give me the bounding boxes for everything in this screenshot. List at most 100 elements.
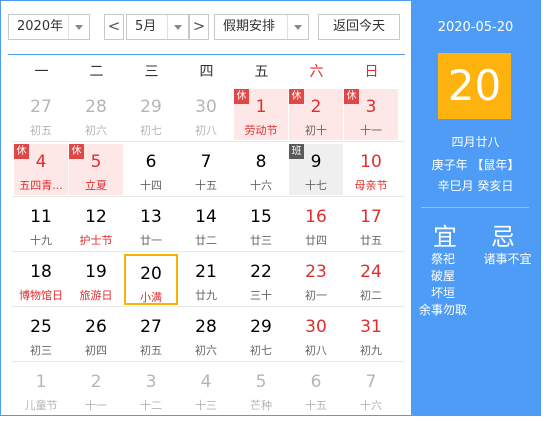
lunar-label: 初五	[30, 124, 52, 137]
day-cell-today[interactable]: 20 小满	[124, 254, 178, 305]
lunar-label: 初六	[195, 344, 217, 357]
day-number: 16	[305, 207, 327, 227]
day-cell[interactable]: 休 2 初十	[289, 89, 343, 140]
day-number: 9	[310, 152, 322, 172]
lunar-label: 十五	[195, 179, 217, 192]
day-number: 18	[30, 262, 52, 282]
weekday-label: 一	[34, 64, 49, 80]
lunar-date: 四月廿八	[451, 135, 500, 149]
day-cell[interactable]: 6 十四	[124, 144, 178, 195]
toolbar: 2020年 < 5月 > 假期安排 返回今天	[8, 14, 405, 40]
weekday-header: 一二三四五六日	[8, 54, 405, 89]
day-cell[interactable]: 30 初八	[179, 89, 233, 140]
row-divider	[12, 196, 404, 197]
day-cell[interactable]: 29 初七	[124, 89, 178, 140]
day-cell[interactable]: 7 十五	[179, 144, 233, 195]
lunar-label: 廿二	[195, 234, 217, 247]
day-cell[interactable]: 19 旅游日	[69, 254, 123, 305]
row-divider	[12, 251, 404, 252]
day-cell[interactable]: 25 初三	[14, 309, 68, 360]
day-cell[interactable]: 班 9 十七	[289, 144, 343, 195]
lunar-label: 初五	[140, 344, 162, 357]
day-cell[interactable]: 23 初一	[289, 254, 343, 305]
day-number: 3	[365, 97, 377, 117]
day-cell[interactable]: 17 廿五	[344, 199, 398, 250]
day-cell[interactable]: 休 1 劳动节	[234, 89, 288, 140]
ji-item: 诸事不宜	[483, 252, 532, 266]
lunar-label: 廿五	[360, 234, 382, 247]
day-number: 27	[140, 317, 162, 337]
day-cell[interactable]: 21 廿九	[179, 254, 233, 305]
day-number: 30	[195, 97, 217, 117]
day-cell[interactable]: 休 3 十一	[344, 89, 398, 140]
day-number: 11	[30, 207, 52, 227]
day-cell[interactable]: 22 三十	[234, 254, 288, 305]
day-cell[interactable]: 30 初八	[289, 309, 343, 360]
day-cell[interactable]: 14 廿二	[179, 199, 233, 250]
weekday-label: 二	[89, 64, 104, 80]
day-number: 2	[90, 372, 102, 392]
year-select-value: 2020年	[17, 19, 64, 34]
lunar-label: 十六	[360, 399, 382, 412]
day-cell[interactable]: 8 十六	[234, 144, 288, 195]
day-cell[interactable]: 6 十五	[289, 364, 343, 415]
back-to-today-button[interactable]: 返回今天	[318, 14, 400, 40]
day-number: 25	[30, 317, 52, 337]
lunar-label: 廿九	[195, 289, 217, 302]
day-cell[interactable]: 4 十三	[179, 364, 233, 415]
lunar-label: 初六	[85, 124, 107, 137]
day-cell[interactable]: 3 十二	[124, 364, 178, 415]
next-month-button[interactable]: >	[189, 14, 209, 40]
prev-month-button[interactable]: <	[104, 14, 124, 40]
holiday-select[interactable]: 假期安排	[214, 14, 309, 40]
day-cell[interactable]: 15 廿三	[234, 199, 288, 250]
ji-list: 诸事不宜	[475, 251, 540, 268]
lunar-label: 初八	[195, 124, 217, 137]
month-select-value: 5月	[135, 19, 157, 34]
day-cell[interactable]: 5 芒种	[234, 364, 288, 415]
day-number: 1	[35, 372, 47, 392]
day-cell[interactable]: 休 4 五四青...	[14, 144, 68, 195]
day-number: 6	[310, 372, 322, 392]
day-cell[interactable]: 28 初六	[69, 89, 123, 140]
day-cell[interactable]: 休 5 立夏	[69, 144, 123, 195]
day-cell[interactable]: 2 十一	[69, 364, 123, 415]
day-cell[interactable]: 28 初六	[179, 309, 233, 360]
day-cell[interactable]: 16 廿四	[289, 199, 343, 250]
day-number: 21	[195, 262, 217, 282]
day-cell[interactable]: 18 博物馆日	[14, 254, 68, 305]
weekday-label: 日	[364, 64, 379, 80]
lunar-label: 三十	[250, 289, 272, 302]
day-number: 30	[305, 317, 327, 337]
yi-item: 坏垣	[430, 286, 455, 300]
day-cell[interactable]: 10 母亲节	[344, 144, 398, 195]
day-cell[interactable]: 29 初七	[234, 309, 288, 360]
day-number: 5	[255, 372, 267, 392]
day-number: 3	[145, 372, 157, 392]
day-cell[interactable]: 13 廿一	[124, 199, 178, 250]
holiday-select-value: 假期安排	[223, 19, 276, 34]
lunar-label: 初一	[305, 289, 327, 302]
month-select[interactable]: 5月	[126, 14, 189, 40]
day-cell[interactable]: 11 十九	[14, 199, 68, 250]
lunar-label: 五四青...	[19, 179, 63, 192]
year-select[interactable]: 2020年	[8, 14, 90, 40]
weekday-label: 三	[144, 64, 159, 80]
lunar-label: 初九	[360, 344, 382, 357]
ji-heading: 忌	[491, 223, 515, 251]
day-cell[interactable]: 7 十六	[344, 364, 398, 415]
day-cell[interactable]: 31 初九	[344, 309, 398, 360]
day-cell[interactable]: 1 儿童节	[14, 364, 68, 415]
day-cell[interactable]: 27 初五	[14, 89, 68, 140]
day-cell[interactable]: 12 护士节	[69, 199, 123, 250]
day-number: 12	[85, 207, 107, 227]
day-number: 15	[250, 207, 272, 227]
detail-panel: 2020-05-20 20 四月廿八 庚子年 【鼠年】 辛巳月 癸亥日 宜 忌 …	[411, 1, 540, 415]
day-cell[interactable]: 27 初五	[124, 309, 178, 360]
row-divider	[12, 306, 404, 307]
day-cell[interactable]: 24 初二	[344, 254, 398, 305]
day-cell[interactable]: 26 初四	[69, 309, 123, 360]
lunar-label: 初十	[305, 124, 327, 137]
lunar-label: 十三	[195, 399, 217, 412]
day-grid: 27 初五 28 初六 29 初七 30 初八休 1 劳动节休 2 初十休 3 十一休 4 五四青... 休 5 立…	[8, 88, 405, 418]
